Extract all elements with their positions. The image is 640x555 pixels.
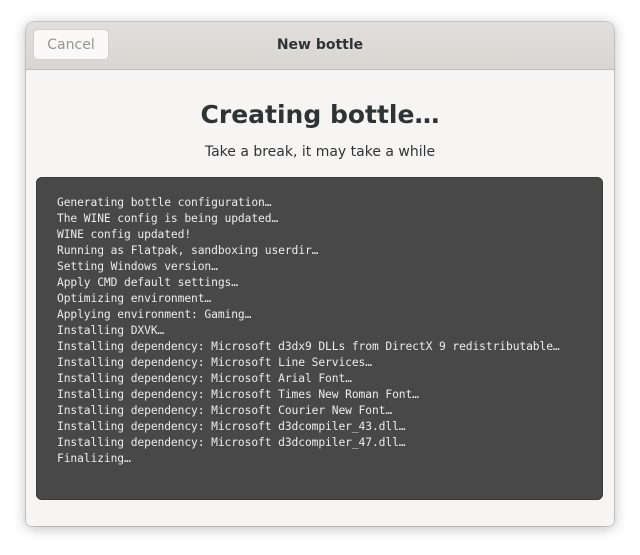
log-line: Running as Flatpak, sandboxing userdir…: [57, 244, 319, 257]
header-bar: Cancel New bottle: [26, 22, 614, 70]
new-bottle-dialog: Cancel New bottle Creating bottle… Take …: [26, 22, 614, 526]
status-subheading: Take a break, it may take a while: [204, 144, 436, 160]
log-line: Setting Windows version…: [57, 260, 218, 273]
log-line: Installing dependency: Microsoft d3dcomp…: [57, 420, 406, 433]
log-line: WINE config updated!: [57, 228, 192, 241]
log-line: Optimizing environment…: [57, 292, 212, 305]
log-line: Installing dependency: Microsoft Courier…: [57, 404, 393, 417]
log-line: Applying environment: Gaming…: [57, 308, 252, 321]
log-line: Installing dependency: Microsoft Arial F…: [57, 372, 352, 385]
log-line: Installing dependency: Microsoft d3dcomp…: [57, 436, 406, 449]
log-line: Installing dependency: Microsoft Times N…: [57, 388, 419, 401]
log-line: Apply CMD default settings…: [57, 276, 238, 289]
log-line: Finalizing…: [57, 452, 131, 465]
log-line: The WINE config is being updated…: [57, 212, 279, 225]
log-line: Installing dependency: Microsoft Line Se…: [57, 356, 372, 369]
creation-log[interactable]: Generating bottle configuration… The WIN…: [36, 177, 603, 500]
log-line: Installing DXVK…: [57, 324, 165, 337]
dialog-title: New bottle: [276, 37, 364, 53]
log-line: Installing dependency: Microsoft d3dx9 D…: [57, 340, 560, 353]
log-line: Generating bottle configuration…: [57, 196, 272, 209]
status-heading: Creating bottle…: [200, 100, 440, 129]
